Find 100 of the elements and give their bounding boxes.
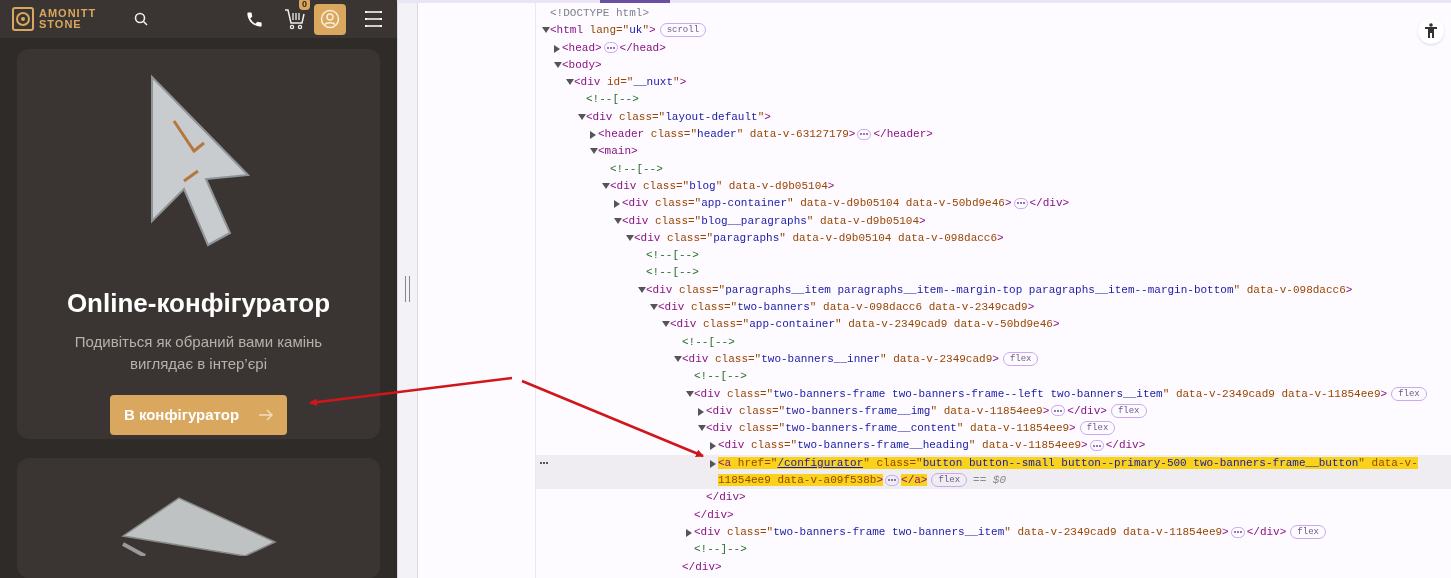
dom-tree-row[interactable]: </div> — [536, 506, 1451, 524]
dom-tree-row[interactable]: <div class="blog__paragraphs" data-v-d9b05104> — [536, 212, 1451, 230]
dom-tree-row[interactable]: <header class="header" data-v-63127179> </header> — [536, 126, 1451, 144]
dom-tree-row[interactable]: <div class="two-banners" data-v-098dacc6 data-v-2349cad9> — [536, 299, 1451, 317]
dom-tree-row[interactable]: <div class="paragraphs__item paragraphs__item--margin-top paragraphs__item--margin-bottom" data-v-098dacc6> — [536, 281, 1451, 300]
markup-text: <div — [622, 214, 649, 227]
markup-text: class=" — [654, 214, 702, 227]
dom-tree-row[interactable]: <!--[--> — [536, 91, 1451, 109]
dom-tree-row[interactable]: <html lang="uk"> scroll — [536, 22, 1451, 40]
expanded-triangle-icon[interactable] — [674, 355, 682, 362]
dom-tree-row[interactable]: <body> — [536, 56, 1451, 75]
dom-tree-row[interactable]: <!--]--> — [536, 541, 1451, 559]
markup-text: <html — [550, 24, 583, 37]
dom-tree-row[interactable]: <div class="layout-default"> — [536, 108, 1451, 127]
dom-tree-row[interactable]: <div class="app-container" data-v-d9b05104 data-v-50bd9e46> </div> — [536, 195, 1451, 213]
dom-tree-row[interactable]: <div class="two-banners-frame__img" data-v-11854ee9> </div> flex — [536, 402, 1451, 421]
markup-text: > — [1052, 318, 1060, 331]
markup-text: <div — [682, 352, 709, 365]
dom-tree-row[interactable]: <div class="two-banners-frame__heading" data-v-11854ee9> </div> — [536, 437, 1451, 455]
collapsed-triangle-icon[interactable] — [614, 200, 620, 209]
markup-text: class=" — [738, 404, 786, 417]
expanded-triangle-icon[interactable] — [566, 79, 574, 86]
phone-icon[interactable] — [245, 9, 264, 29]
markup-text: <div — [586, 110, 613, 123]
expanded-triangle-icon[interactable] — [662, 321, 670, 328]
dom-tree-row[interactable]: <!DOCTYPE html> — [536, 5, 1451, 23]
expanded-triangle-icon[interactable] — [686, 390, 694, 397]
markup-text: " data-v-2349cad9 data-v-11854ee9 — [1004, 525, 1223, 538]
dom-tree-row[interactable]: <!--[--> — [536, 264, 1451, 282]
markup-text: class=" — [726, 387, 774, 400]
dom-tree-row[interactable]: </div> — [536, 558, 1451, 576]
markup-text: " data-v-d9b05104 — [806, 214, 920, 227]
dom-tree-row[interactable]: <!--[--> — [536, 247, 1451, 265]
dom-tree-row[interactable]: </div> — [536, 489, 1451, 507]
accessibility-button[interactable] — [1418, 18, 1444, 44]
menu-icon[interactable] — [364, 10, 383, 28]
dom-tree-row[interactable]: <a href="/configurator" class="button button--small button--primary-500 two-banners-frame__button" data-v-11854ee9 data-v-a09f538b> </a> flex == $0 — [536, 454, 1451, 490]
collapsed-triangle-icon[interactable] — [686, 528, 692, 537]
markup-text: " data-v-11854ee9 — [930, 404, 1043, 417]
console-reference-hint: == $0 — [973, 474, 1007, 486]
expanded-triangle-icon[interactable] — [626, 234, 634, 241]
expanded-triangle-icon[interactable] — [542, 27, 550, 34]
markup-text: lang=" — [588, 24, 630, 37]
expanded-triangle-icon[interactable] — [602, 182, 610, 189]
dom-tree-row[interactable]: <main> — [536, 143, 1451, 161]
collapsed-triangle-icon[interactable] — [698, 407, 704, 416]
markup-text: two-banners-frame__img — [785, 404, 931, 417]
expanded-triangle-icon[interactable] — [650, 304, 658, 311]
expanded-triangle-icon[interactable] — [554, 61, 562, 68]
dom-tree-row[interactable]: <head> </head> — [536, 39, 1451, 57]
tab-indicator — [600, 0, 670, 3]
splitter-handle[interactable] — [405, 276, 410, 302]
card-description: Подивіться як обраний вами камінь виглядає в інтер’єрі — [73, 332, 324, 374]
dom-tree-row[interactable]: <!--[--> — [536, 160, 1451, 178]
dom-tree-row[interactable]: <div class="paragraphs" data-v-d9b05104 data-v-098dacc6> — [536, 229, 1451, 248]
expanded-triangle-icon[interactable] — [698, 425, 706, 432]
cart-icon[interactable] — [284, 8, 306, 30]
expanded-triangle-icon[interactable] — [590, 148, 598, 155]
markup-text: " data-v-2349cad9 data-v-50bd9e46 — [835, 318, 1053, 331]
account-button[interactable] — [314, 3, 346, 35]
href-link[interactable]: /configurator — [777, 456, 864, 469]
collapsed-triangle-icon[interactable] — [554, 44, 560, 53]
markup-text: > — [764, 110, 771, 123]
markup-text: > — [876, 474, 884, 486]
more-options-icon[interactable] — [540, 461, 548, 464]
collapsed-triangle-icon[interactable] — [590, 131, 596, 140]
dom-tree-row[interactable]: <div class="two-banners-frame two-banners__item" data-v-2349cad9 data-v-11854ee9> </div> flex — [536, 523, 1451, 542]
logo-icon[interactable] — [12, 7, 34, 31]
markup-text: " data-v-11854ee9 — [956, 422, 1070, 435]
dom-tree-row[interactable]: <div class="two-banners-frame__content" data-v-11854ee9> flex — [536, 420, 1451, 438]
markup-text: class=" — [702, 318, 750, 331]
search-icon[interactable] — [134, 12, 149, 26]
collapsed-triangle-icon[interactable] — [710, 442, 716, 451]
expanded-triangle-icon[interactable] — [638, 286, 646, 293]
collapsed-triangle-icon[interactable] — [710, 459, 716, 468]
card-title: Online-конфігуратор — [66, 287, 331, 319]
expanded-triangle-icon[interactable] — [614, 217, 622, 224]
markup-text: href=" — [731, 456, 778, 469]
dom-tree-row[interactable]: <div class="two-banners__inner" data-v-2349cad9> flex — [536, 350, 1451, 369]
markup-text: <!DOCTYPE html> — [550, 7, 650, 19]
dom-tree-row[interactable]: <div class="blog" data-v-d9b05104> — [536, 177, 1451, 196]
markup-text: </div> — [1067, 404, 1107, 417]
markup-text: </div> — [1029, 197, 1070, 210]
markup-text: <div — [694, 525, 721, 538]
markup-text: two-banners-frame__heading — [797, 439, 969, 452]
dom-tree-row[interactable]: <!--[--> — [536, 333, 1451, 351]
dom-tree-row[interactable]: <div id="__nuxt"> — [536, 74, 1451, 92]
dom-tree-row[interactable]: <div class="app-container" data-v-2349cad9 data-v-50bd9e46> — [536, 316, 1451, 334]
markup-text: two-banners-frame two-banners__item — [773, 525, 1005, 538]
expanded-triangle-icon[interactable] — [578, 113, 586, 120]
html-comment: <!--]--> — [694, 543, 747, 556]
dom-tree-row[interactable]: <!--[--> — [536, 368, 1451, 386]
markup-text: class=" — [726, 525, 774, 538]
dom-tree-row[interactable]: <div class="two-banners-frame two-banners-frame--left two-banners__item" data-v-2349cad9 data-v-11854ee9> flex — [536, 385, 1451, 403]
markup-text: class=" — [654, 197, 702, 210]
markup-text: > — [1004, 197, 1012, 210]
markup-text: > — [1081, 439, 1088, 452]
markup-text: two-banners — [737, 301, 810, 314]
markup-text: <main> — [598, 145, 638, 158]
logo-text[interactable]: AMONITT STONE — [39, 8, 97, 30]
